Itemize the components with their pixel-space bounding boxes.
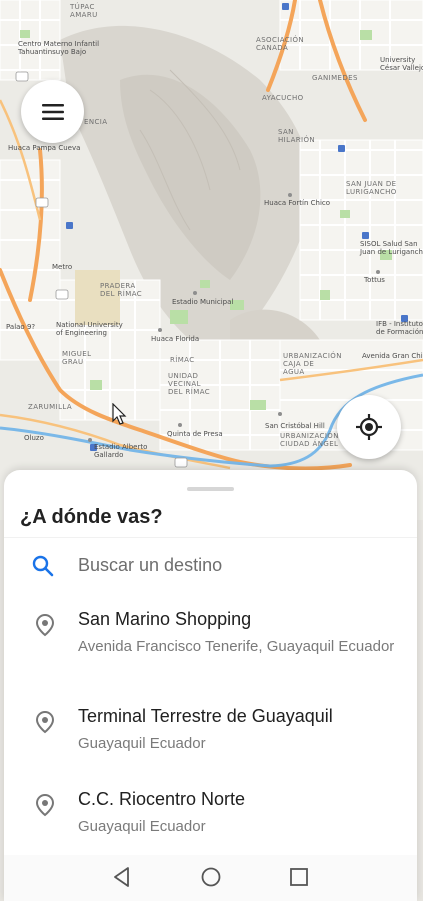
map-poi-materno-infantil: Centro Materno Infantil Tahuantinsuyo Ba… <box>18 40 100 56</box>
map-poi-ifb: IFB - Instituto de Formación... <box>376 320 423 336</box>
map-label-ciudad-angel: URBANIZACIÓN CIUDAD ÁNGEL <box>280 432 339 448</box>
location-pin-icon <box>35 793 55 817</box>
destination-search[interactable]: Buscar un destino <box>4 545 417 589</box>
my-location-icon <box>356 414 382 440</box>
map-label-canada: ASOCIACIÓN CANADÁ <box>256 36 305 52</box>
map-poi-avenida-gran-chimu: Avenida Gran Chimú <box>362 352 423 360</box>
place-name: C.C. Riocentro Norte <box>78 789 246 809</box>
search-icon <box>32 555 54 577</box>
map-poi-national-university: National University of Engineering <box>56 321 123 337</box>
map-poi-huaca-chico: Huaca Fortín Chico <box>264 199 331 207</box>
map-poi-huaca-pampa: Huaca Pampa Cueva <box>8 144 81 152</box>
place-item-terminal-terrestre[interactable]: Terminal Terrestre de Guayaquil Guayaqui… <box>4 706 417 760</box>
map-poi-san-cristobal: San Cristóbal Hill <box>265 422 325 430</box>
map-label-pradera: PRADERA DEL RÍMAC <box>100 282 143 298</box>
my-location-button[interactable] <box>337 395 401 459</box>
map-poi-metro: Metro <box>52 263 73 271</box>
map-poi-tottus: Tottus <box>364 276 385 284</box>
home-icon[interactable] <box>200 866 222 888</box>
map-poi-quinta-presa: Quinta de Presa <box>167 430 223 438</box>
location-pin-icon <box>35 613 55 637</box>
map-poi-palao: Palao 9? <box>6 323 36 331</box>
place-address: Guayaquil Ecuador <box>78 818 206 835</box>
place-name: Terminal Terrestre de Guayaquil <box>78 706 333 726</box>
map-label-encia: ENCIA <box>84 118 108 126</box>
map-label-tupac-amaru: TÚPAC AMARU <box>70 3 98 19</box>
map-poi-estadio-municipal: Estadio Municipal <box>172 298 234 306</box>
system-navigation-bar <box>4 855 417 901</box>
place-item-san-marino[interactable]: San Marino Shopping Avenida Francisco Te… <box>4 609 417 681</box>
divider <box>4 537 417 538</box>
app-screen: TÚPAC AMARU ASOCIACIÓN CANADÁ GANIMEDES … <box>0 0 423 901</box>
place-name: San Marino Shopping <box>78 609 252 629</box>
map-label-miguel-grau: MIGUEL GRAU <box>62 350 92 366</box>
map-label-zarumilla: ZARUMILLA <box>28 403 73 411</box>
sheet-drag-handle[interactable] <box>187 487 234 491</box>
location-pin-icon <box>35 710 55 734</box>
map-poi-olaza: Oluzo <box>24 434 44 442</box>
back-icon[interactable] <box>112 866 132 888</box>
mouse-cursor-icon <box>112 403 127 425</box>
map-label-san-hilarion: SAN HILARIÓN <box>278 128 316 144</box>
map-poi-huaca-florida: Huaca Florida <box>151 335 200 343</box>
search-input[interactable]: Buscar un destino <box>78 555 222 576</box>
menu-button[interactable] <box>21 80 84 143</box>
place-address: Avenida Francisco Tenerife, Guayaquil Ec… <box>78 638 395 655</box>
map-poi-estadio-gallardo: Estadio Alberto Gallardo <box>94 443 148 459</box>
map-poi-sisol: SISOL Salud San Juan de Lurigancho <box>360 240 423 256</box>
map-label-rimac: RÍMAC <box>170 356 195 364</box>
sheet-title: ¿A dónde vas? <box>20 506 163 528</box>
map-label-urbanizacion: URBANIZACIÓN CAJA DE AGUA <box>283 352 342 376</box>
place-address: Guayaquil Ecuador <box>78 735 206 752</box>
map-label-san-juan: SAN JUAN DE LURIGANCHO <box>346 180 397 196</box>
destination-bottom-sheet: ¿A dónde vas? Buscar un destino San Mari… <box>4 470 417 901</box>
map-label-cesar-vallejo: University César Vallejo <box>380 56 423 72</box>
map-label-unidad-vecinal: UNIDAD VECINAL DEL RÍMAC <box>168 372 211 396</box>
map-label-ayacucho: AYACUCHO <box>262 94 304 102</box>
map-label-ganimedes: GANIMEDES <box>312 74 358 82</box>
hamburger-menu-icon <box>41 103 64 120</box>
place-item-riocentro-norte[interactable]: C.C. Riocentro Norte Guayaquil Ecuador <box>4 789 417 843</box>
recents-icon[interactable] <box>289 866 309 888</box>
